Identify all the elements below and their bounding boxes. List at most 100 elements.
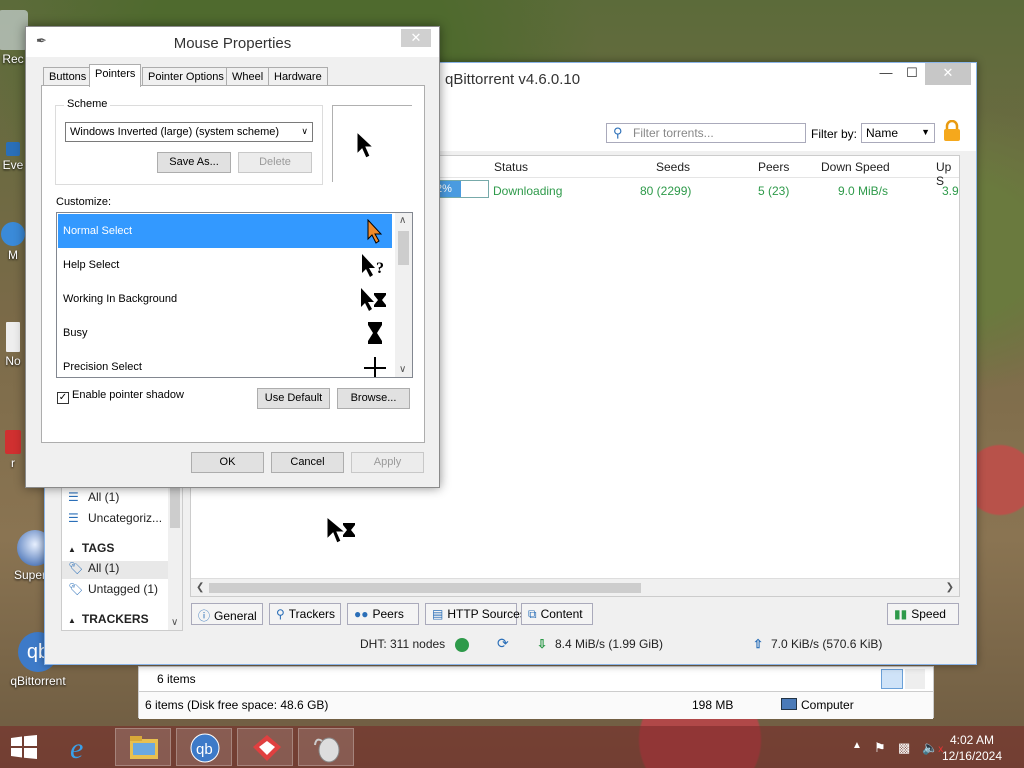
browse-button[interactable]: Browse... <box>337 388 410 409</box>
pointer-list[interactable]: Normal Select Help Select ? Working In B… <box>56 212 413 378</box>
taskbar-app[interactable] <box>237 728 293 766</box>
tab-content[interactable]: ⧉ Content <box>521 603 593 625</box>
tab-label: HTTP Sources <box>447 607 526 621</box>
sidebar-item-all-tags[interactable]: 🏷 All (1) <box>62 561 170 579</box>
enable-pointer-shadow-checkbox[interactable]: ✓ Enable pointer shadow <box>57 389 184 404</box>
ok-button[interactable]: OK <box>191 452 264 473</box>
svg-text:?: ? <box>376 260 384 277</box>
desktop-icon-label: qBittorrent <box>10 674 66 688</box>
column-header-seeds[interactable]: Seeds <box>656 160 690 174</box>
close-button[interactable]: ✕ <box>925 63 971 85</box>
scroll-right-icon[interactable]: ❯ <box>946 582 954 593</box>
people-icon: ●● <box>354 607 369 621</box>
chevron-down-icon: ∨ <box>301 126 308 136</box>
close-button[interactable]: ✕ <box>401 29 431 47</box>
apply-button[interactable]: Apply <box>351 452 424 473</box>
delete-button[interactable]: Delete <box>238 152 312 173</box>
tab-trackers[interactable]: ⚲ Trackers <box>269 603 341 625</box>
tab-buttons[interactable]: Buttons <box>43 67 93 86</box>
download-speed[interactable]: 8.4 MiB/s (1.99 GiB) <box>555 637 663 651</box>
app-icon <box>1 222 25 246</box>
taskbar-internet-explorer[interactable]: e <box>54 728 110 766</box>
volume-muted-icon[interactable]: 🔈x <box>922 740 943 756</box>
list-item-help-select[interactable]: Help Select ? <box>58 248 392 282</box>
mouse-icon <box>314 737 340 763</box>
sidebar-scrollbar[interactable]: ∨ <box>168 484 182 630</box>
column-header-peers[interactable]: Peers <box>758 160 789 174</box>
maximize-button[interactable]: ☐ <box>897 63 927 85</box>
column-header-status[interactable]: Status <box>494 160 528 174</box>
horizontal-scrollbar[interactable]: ❮ ❯ <box>191 578 959 596</box>
customize-label: Customize: <box>56 196 112 208</box>
scroll-down-icon[interactable]: ∨ <box>399 364 406 375</box>
details-view-button[interactable] <box>881 669 903 689</box>
alt-speed-icon[interactable]: ⟳ <box>497 635 509 652</box>
torrent-seeds: 80 (2299) <box>640 184 692 198</box>
speed-chart-icon: ▮▮ <box>894 607 908 621</box>
scrollbar-thumb[interactable] <box>170 484 180 528</box>
list-item-normal-select[interactable]: Normal Select <box>58 214 392 248</box>
sidebar-item-uncategorized[interactable]: ☰ Uncategoriz... <box>68 511 162 525</box>
chevron-down-icon: ▼ <box>921 127 930 137</box>
connection-status-icon[interactable] <box>455 638 469 652</box>
tags-header[interactable]: ▲ TAGS <box>68 541 114 555</box>
trackers-header[interactable]: ▲ TRACKERS <box>68 612 149 626</box>
taskbar-mouse[interactable] <box>298 728 354 766</box>
search-placeholder: Filter torrents... <box>633 126 714 140</box>
recycle-bin-icon <box>0 10 28 50</box>
scroll-left-icon[interactable]: ❮ <box>196 582 204 593</box>
tab-pointers[interactable]: Pointers <box>89 64 142 87</box>
tab-http-sources[interactable]: ▤ HTTP Sources <box>425 603 526 625</box>
sidebar-item-all-categories[interactable]: ☰ All (1) <box>68 490 119 504</box>
preview-view-button[interactable] <box>905 669 925 689</box>
working-cursor-icon <box>361 288 386 311</box>
taskbar-file-explorer[interactable] <box>115 728 171 766</box>
upload-speed[interactable]: 7.0 KiB/s (570.6 KiB) <box>771 637 882 651</box>
sidebar-item-untagged[interactable]: 🏷 Untagged (1) <box>68 582 158 596</box>
lock-icon[interactable] <box>943 120 961 142</box>
dht-status: DHT: 311 nodes <box>360 637 446 651</box>
server-icon: ▤ <box>432 607 444 621</box>
list-item-working-in-background[interactable]: Working In Background <box>58 282 392 316</box>
use-default-button[interactable]: Use Default <box>257 388 330 409</box>
dialog-title: Mouse Properties <box>173 35 292 52</box>
clock[interactable]: 4:02 AM 12/16/2024 <box>942 732 1002 764</box>
help-cursor-icon: ? <box>362 254 384 277</box>
arrow-cursor-icon <box>356 130 375 159</box>
sidebar-item-label: Untagged (1) <box>88 582 159 596</box>
scheme-select[interactable]: Windows Inverted (large) (system scheme)… <box>65 122 313 142</box>
list-item-precision-select[interactable]: Precision Select <box>58 350 392 377</box>
scrollbar-thumb[interactable] <box>209 583 641 593</box>
tab-pointer-options[interactable]: Pointer Options <box>142 67 230 86</box>
windows-start-icon[interactable] <box>10 735 38 759</box>
tab-general[interactable]: ⓘ General <box>191 603 263 625</box>
filter-by-select[interactable]: Name ▼ <box>861 123 935 143</box>
tag-icon: 🏷 <box>68 561 84 575</box>
network-icon[interactable]: ▩ <box>898 740 910 756</box>
list-item-busy[interactable]: Busy <box>58 316 392 350</box>
action-center-flag-icon[interactable]: ⚑ <box>874 740 886 756</box>
app-icon <box>6 142 20 156</box>
tab-peers[interactable]: ●● Peers <box>347 603 419 625</box>
pointers-panel: Scheme Windows Inverted (large) (system … <box>41 85 425 443</box>
checkbox-label: Enable pointer shadow <box>72 389 184 401</box>
scroll-down-icon[interactable]: ∨ <box>171 617 178 628</box>
list-item-label: Working In Background <box>63 293 178 305</box>
app-icon <box>5 430 21 454</box>
dialog-title-bar[interactable]: ✒ Mouse Properties ✕ <box>26 27 439 57</box>
pointer-list-scrollbar[interactable]: ∧ ∨ <box>395 213 412 377</box>
cancel-button[interactable]: Cancel <box>271 452 344 473</box>
tab-wheel[interactable]: Wheel <box>226 67 270 86</box>
sidebar-item-label: All (1) <box>88 490 120 504</box>
taskbar-qbittorrent[interactable]: qb <box>176 728 232 766</box>
scrollbar-thumb[interactable] <box>398 231 409 265</box>
save-as-button[interactable]: Save As... <box>157 152 231 173</box>
scroll-up-icon[interactable]: ∧ <box>399 215 406 226</box>
column-header-down-speed[interactable]: Down Speed <box>821 160 890 174</box>
desktop-icon-label: No <box>5 354 21 368</box>
tab-hardware[interactable]: Hardware <box>268 67 328 86</box>
speed-label: Speed <box>911 607 946 621</box>
speed-button[interactable]: ▮▮ Speed <box>887 603 959 625</box>
show-hidden-icons[interactable]: ▲ <box>852 740 862 751</box>
search-input[interactable]: ⚲ Filter torrents... <box>606 123 806 143</box>
